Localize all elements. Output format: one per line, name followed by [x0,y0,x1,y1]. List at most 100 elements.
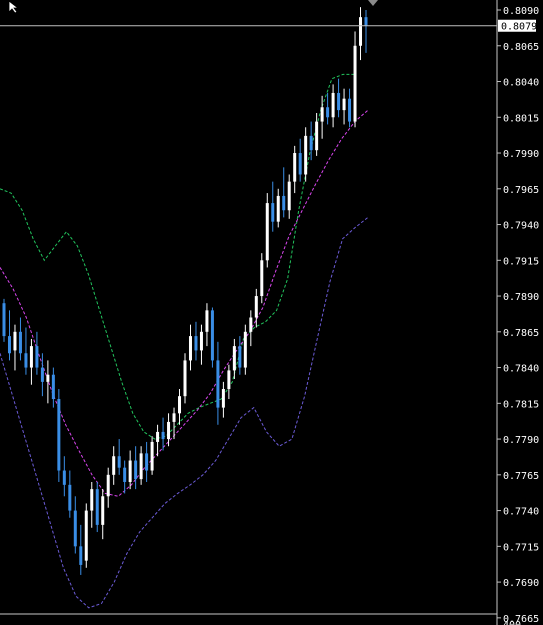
candle-body [232,346,236,371]
candle-body [205,310,209,332]
candle-body [161,431,165,440]
candle-body [243,331,247,368]
candle-body [40,367,44,382]
candle-body [178,396,182,414]
candle-body [304,135,308,175]
candle-body [331,92,335,118]
current-price-tag-text: 0.8079 [501,22,537,33]
candle-body [238,346,242,368]
candle-body [112,456,116,475]
price-tick-label: 0.7965 [503,185,539,196]
price-tick-label: 0.7890 [503,292,539,303]
candle-body [276,195,280,222]
candle-body [227,370,231,390]
price-tick-label: 0.7865 [503,328,539,339]
candle [243,324,247,375]
candle [2,298,6,342]
candle-body [128,460,132,482]
price-tick-label: 0.7990 [503,149,539,160]
price-tick-label: 0.7765 [503,471,539,482]
candle [210,307,214,368]
candle-body [183,360,187,397]
candle [95,481,99,533]
price-tick-label: 0.8040 [503,78,539,89]
candle-body [57,399,61,471]
candle-body [282,195,286,211]
candle-body [348,98,352,122]
candle [353,31,357,128]
candle-body [150,441,154,471]
candle-body [309,135,313,151]
candle-body [156,431,160,442]
candle-body [117,456,121,468]
candle-body [134,460,138,480]
candle [84,503,88,568]
candle-body [95,489,99,525]
candle-body [29,346,33,368]
candle-body [210,310,214,361]
candle-body [73,510,77,547]
candle-body [172,413,176,422]
candle-body [79,546,83,565]
price-tick-label: 0.7740 [503,507,539,518]
price-tick-label: 0.7815 [503,399,539,410]
price-tick-label: 0.8090 [503,6,539,17]
candle-body [145,453,149,471]
chart-shift-marker-icon[interactable] [368,0,378,6]
candle-body [298,153,302,175]
price-tick-label: 0.7915 [503,256,539,267]
candle [150,436,154,475]
candle-body [364,17,368,26]
candle-body [101,496,105,525]
price-tick-label: 0.7690 [503,578,539,589]
price-tick-label: 0.8015 [503,113,539,124]
price-tick-label: 0.7940 [503,221,539,232]
candle-body [326,107,330,118]
candle-body [320,107,324,122]
candle-body [62,470,66,485]
candle-body [199,331,203,351]
candle-body [254,296,258,318]
price-tick-label: 0.7715 [503,542,539,553]
candle-body [167,421,171,440]
candle-body [271,203,275,222]
candle-body [123,467,127,482]
candle-body [46,374,50,382]
price-tick-label: 0.7840 [503,364,539,375]
candle [57,389,61,482]
candle-body [293,153,297,182]
candle-body [106,474,110,497]
candle-body [260,260,264,297]
candle-body [90,489,94,511]
chart-background [0,0,543,625]
candle-body [265,203,269,261]
candle-body [216,360,220,408]
candle-body [188,336,192,361]
candle-body [359,17,363,46]
price-chart[interactable]: 0.8090 0.8065 0.8040 0.8015 0.7990 0.7965 0.79… [0,0,543,625]
candle-body [7,336,11,354]
candle-body [221,389,225,408]
candle-body [353,45,357,122]
candle-body [51,374,55,400]
candle-body [13,331,17,351]
candle-body [35,346,39,368]
candle [265,193,269,268]
candle-body [342,98,346,111]
candle-body [24,353,28,368]
candle [183,353,187,404]
mouse-pointer-icon [8,0,20,14]
candle-body [287,181,291,211]
candle-body [139,453,143,480]
candle-body [84,510,88,561]
candle [260,253,264,304]
price-tick-label: 0.7790 [503,435,539,446]
current-price-tag: 0.8079 [498,19,537,33]
candle-body [194,336,198,351]
partial-axis-label: 400 [503,620,521,625]
candle-body [68,484,72,511]
candle-body [249,317,253,332]
candle-body [315,121,319,151]
price-tick-label: 0.8065 [503,42,539,53]
candle-body [2,303,6,337]
